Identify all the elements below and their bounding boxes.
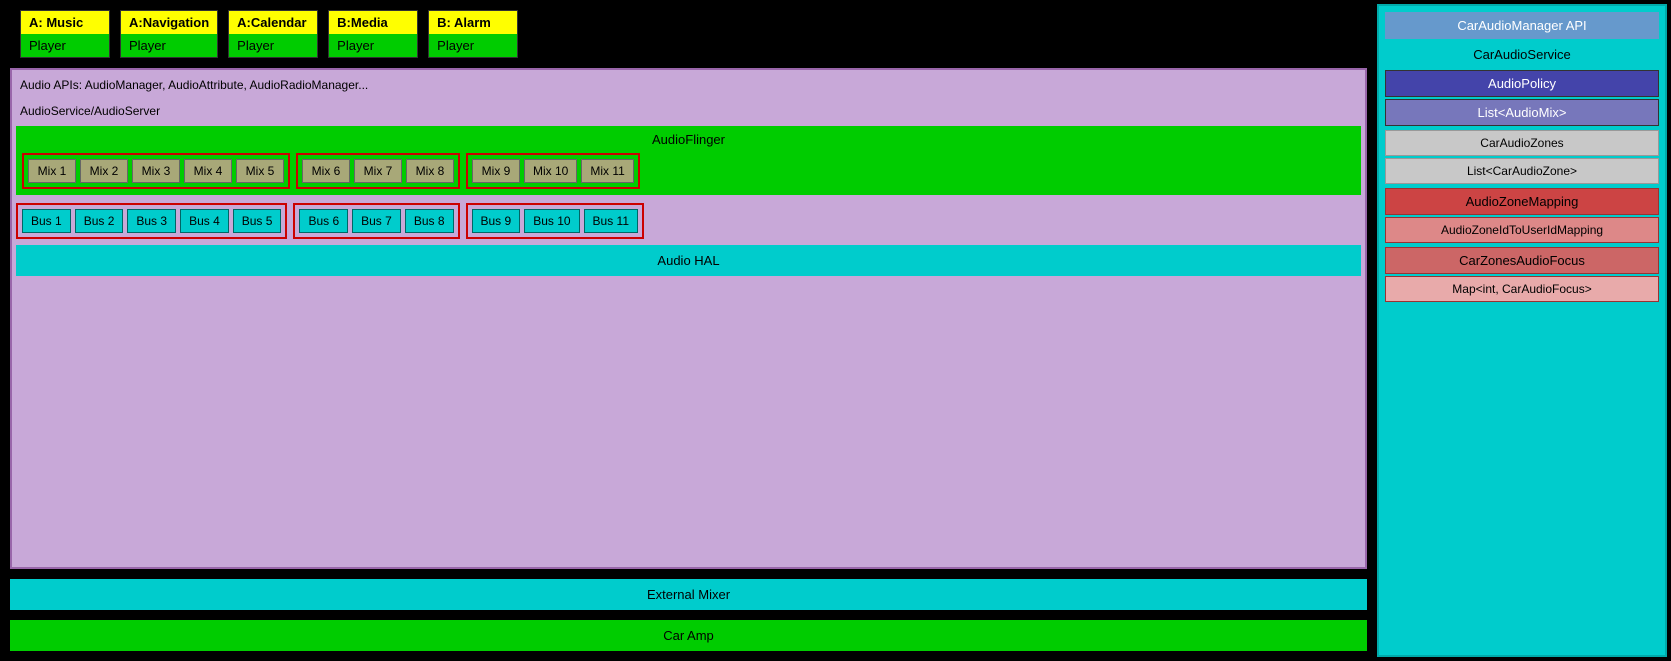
bus-6: Bus 6 — [299, 209, 348, 233]
app-a-navigation: A:Navigation Player — [120, 10, 218, 58]
mix-7: Mix 7 — [354, 159, 402, 183]
audio-hal: Audio HAL — [16, 245, 1361, 276]
bus-9: Bus 9 — [472, 209, 521, 233]
app-a-calendar-player: Player — [229, 34, 317, 57]
bus-zone-row: Bus 1 Bus 2 Bus 3 Bus 4 Bus 5 Bus 6 Bus … — [16, 203, 1361, 239]
zone2-mix-box: Mix 6 Mix 7 Mix 8 — [296, 153, 460, 189]
audio-policy-section: AudioPolicy List<AudioMix> — [1385, 70, 1659, 126]
app-a-music-player: Player — [21, 34, 109, 57]
audio-server-label: AudioService/AudioServer — [16, 102, 1361, 124]
mix-1: Mix 1 — [28, 159, 76, 183]
app-b-media-label: B:Media — [329, 11, 417, 34]
audio-zone-id-to-user-id-mapping: AudioZoneIdToUserIdMapping — [1385, 217, 1659, 243]
zone3-mix-box: Mix 9 Mix 10 Mix 11 — [466, 153, 640, 189]
bus-7: Bus 7 — [352, 209, 401, 233]
audioflinger-container: AudioFlinger Mix 1 Mix 2 Mix 3 Mix 4 Mix… — [16, 126, 1361, 195]
audio-zone-mapping: AudioZoneMapping — [1385, 188, 1659, 215]
bus-5: Bus 5 — [233, 209, 282, 233]
audio-stack: Audio APIs: AudioManager, AudioAttribute… — [10, 68, 1367, 569]
car-audio-service-label: CarAudioService — [1385, 43, 1659, 66]
mix-8: Mix 8 — [406, 159, 454, 183]
app-a-navigation-player: Player — [121, 34, 217, 57]
bus-11: Bus 11 — [584, 209, 638, 233]
car-audio-manager-api: CarAudioManager API — [1385, 12, 1659, 39]
app-b-alarm-label: B: Alarm — [429, 11, 517, 34]
main-diagram: A: Music Player A:Navigation Player A:Ca… — [0, 0, 1377, 661]
map-int-car-audio-focus: Map<int, CarAudioFocus> — [1385, 276, 1659, 302]
car-amp: Car Amp — [10, 620, 1367, 651]
app-b-media-player: Player — [329, 34, 417, 57]
zone3-mix-row: Mix 9 Mix 10 Mix 11 — [472, 159, 634, 183]
car-zones-audio-focus: CarZonesAudioFocus — [1385, 247, 1659, 274]
bus-4: Bus 4 — [180, 209, 229, 233]
zone1-mix-box: Mix 1 Mix 2 Mix 3 Mix 4 Mix 5 — [22, 153, 290, 189]
mix-3: Mix 3 — [132, 159, 180, 183]
bus-8: Bus 8 — [405, 209, 454, 233]
audio-apis-label: Audio APIs: AudioManager, AudioAttribute… — [16, 74, 1361, 100]
external-mixer: External Mixer — [10, 579, 1367, 610]
bus-2: Bus 2 — [75, 209, 124, 233]
mix-4: Mix 4 — [184, 159, 232, 183]
list-audio-mix: List<AudioMix> — [1385, 99, 1659, 126]
app-a-calendar: A:Calendar Player — [228, 10, 318, 58]
app-b-alarm-player: Player — [429, 34, 517, 57]
mix-6: Mix 6 — [302, 159, 350, 183]
zone1-bus-box: Bus 1 Bus 2 Bus 3 Bus 4 Bus 5 — [16, 203, 287, 239]
app-a-music: A: Music Player — [20, 10, 110, 58]
bus-1: Bus 1 — [22, 209, 71, 233]
car-zones-audio-focus-section: CarZonesAudioFocus Map<int, CarAudioFocu… — [1385, 247, 1659, 302]
zone1-mix-row: Mix 1 Mix 2 Mix 3 Mix 4 Mix 5 — [28, 159, 284, 183]
app-row: A: Music Player A:Navigation Player A:Ca… — [10, 10, 1367, 58]
audioflinger-label: AudioFlinger — [22, 130, 1355, 149]
mix-11: Mix 11 — [581, 159, 633, 183]
car-audio-zones-section: CarAudioZones List<CarAudioZone> — [1385, 130, 1659, 184]
right-panel: CarAudioManager API CarAudioService Audi… — [1377, 4, 1667, 657]
bus-3: Bus 3 — [127, 209, 176, 233]
mix-zone-row: Mix 1 Mix 2 Mix 3 Mix 4 Mix 5 Mix 6 Mix … — [22, 153, 1355, 189]
zone2-mix-row: Mix 6 Mix 7 Mix 8 — [302, 159, 454, 183]
list-car-audio-zone: List<CarAudioZone> — [1385, 158, 1659, 184]
app-a-calendar-label: A:Calendar — [229, 11, 317, 34]
audio-zone-mapping-section: AudioZoneMapping AudioZoneIdToUserIdMapp… — [1385, 188, 1659, 243]
car-audio-zones: CarAudioZones — [1385, 130, 1659, 156]
mix-5: Mix 5 — [236, 159, 284, 183]
app-a-music-label: A: Music — [21, 11, 109, 34]
zone2-bus-box: Bus 6 Bus 7 Bus 8 — [293, 203, 459, 239]
app-b-alarm: B: Alarm Player — [428, 10, 518, 58]
audio-policy: AudioPolicy — [1385, 70, 1659, 97]
mix-10: Mix 10 — [524, 159, 577, 183]
bus-10: Bus 10 — [524, 209, 579, 233]
zone3-bus-box: Bus 9 Bus 10 Bus 11 — [466, 203, 645, 239]
mix-9: Mix 9 — [472, 159, 520, 183]
mix-2: Mix 2 — [80, 159, 128, 183]
app-b-media: B:Media Player — [328, 10, 418, 58]
app-a-navigation-label: A:Navigation — [121, 11, 217, 34]
